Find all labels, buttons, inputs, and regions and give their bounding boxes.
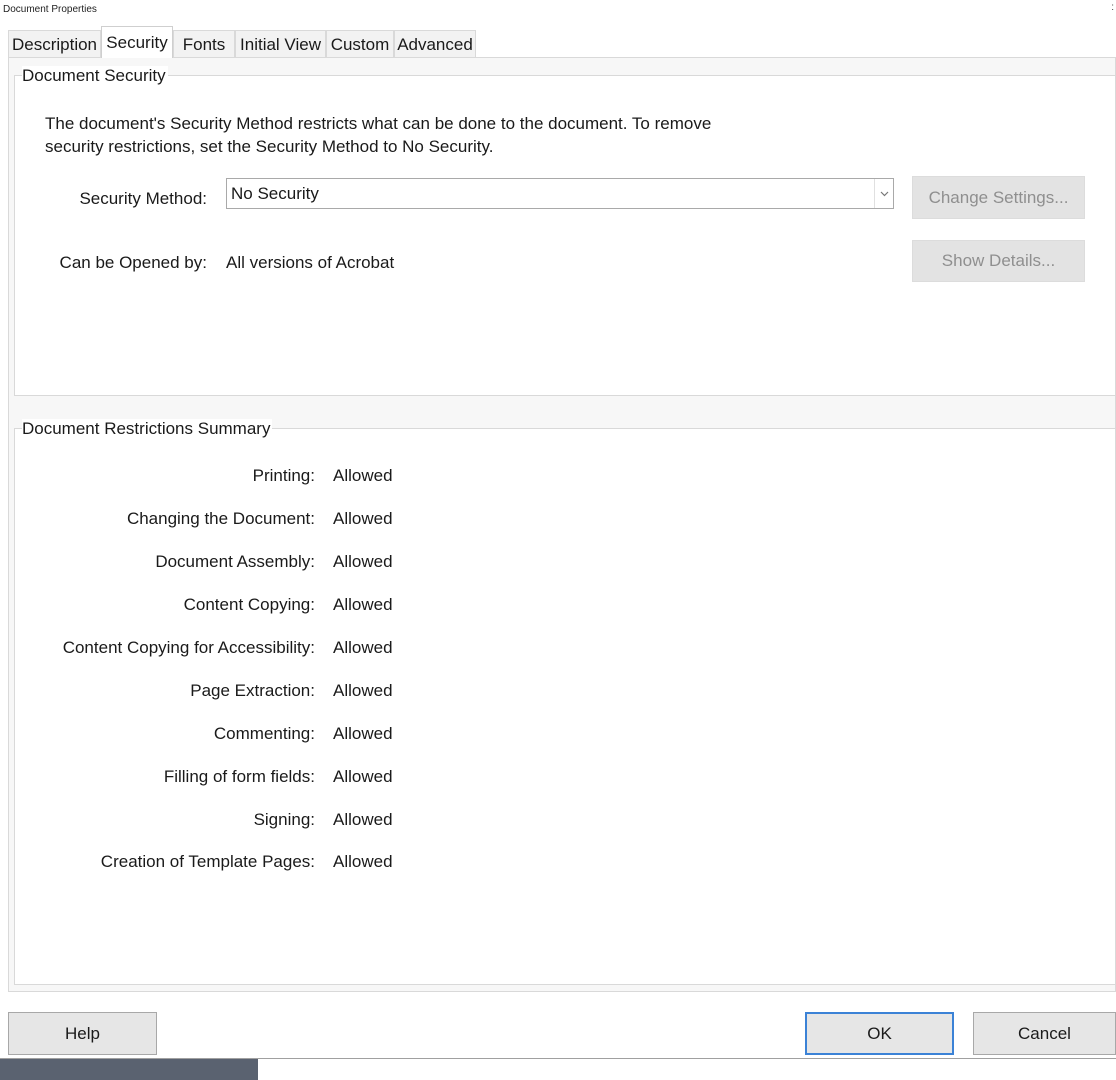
restriction-label: Changing the Document: (126, 509, 315, 528)
restriction-value: Allowed (333, 767, 393, 786)
change-settings-button[interactable]: Change Settings... (912, 176, 1085, 219)
opened-by-label: Can be Opened by: (59, 253, 207, 272)
restriction-value: Allowed (333, 852, 393, 871)
security-method-select[interactable]: No Security (226, 178, 894, 209)
security-method-label: Security Method: (79, 189, 207, 208)
restriction-row: Changing the Document: Allowed (0, 509, 500, 533)
tab-initial-view[interactable]: Initial View (235, 30, 326, 58)
restriction-label: Creation of Template Pages: (100, 852, 315, 871)
restriction-value: Allowed (333, 552, 393, 571)
title-edge-glyph: : (1111, 2, 1114, 13)
tab-fonts[interactable]: Fonts (173, 30, 235, 58)
tab-strip: Description Security Fonts Initial View … (0, 26, 1116, 58)
restriction-value: Allowed (333, 810, 393, 829)
restriction-label: Document Assembly: (155, 552, 315, 571)
window-title: Document Properties (3, 4, 97, 15)
ok-button[interactable]: OK (805, 1012, 954, 1055)
help-button[interactable]: Help (8, 1012, 157, 1055)
restriction-label: Signing: (253, 810, 315, 829)
restriction-row: Signing: Allowed (0, 810, 500, 834)
background-window-strip (0, 1059, 258, 1080)
restriction-row: Content Copying for Accessibility: Allow… (0, 638, 500, 662)
restriction-row: Content Copying: Allowed (0, 595, 500, 619)
restriction-label: Content Copying for Accessibility: (62, 638, 315, 657)
chevron-down-icon[interactable] (874, 179, 893, 208)
restriction-row: Page Extraction: Allowed (0, 681, 500, 705)
restriction-value: Allowed (333, 638, 393, 657)
restriction-label: Printing: (252, 466, 315, 485)
security-description: The document's Security Method restricts… (45, 114, 712, 156)
restriction-row: Commenting: Allowed (0, 724, 500, 748)
restriction-row: Filling of form fields: Allowed (0, 767, 500, 791)
restrictions-summary-title: Document Restrictions Summary (22, 419, 273, 439)
restriction-row: Document Assembly: Allowed (0, 552, 500, 576)
restriction-value: Allowed (333, 595, 393, 614)
tab-description[interactable]: Description (8, 30, 101, 58)
restriction-value: Allowed (333, 509, 393, 528)
title-bar: Document Properties : (0, 0, 1116, 22)
restriction-value: Allowed (333, 724, 393, 743)
opened-by-value: All versions of Acrobat (226, 253, 395, 272)
tab-advanced[interactable]: Advanced (394, 30, 476, 58)
security-method-value: No Security (231, 184, 319, 203)
restriction-label: Content Copying: (183, 595, 315, 614)
restriction-label: Filling of form fields: (163, 767, 315, 786)
restriction-row: Creation of Template Pages: Allowed (0, 852, 500, 876)
restriction-value: Allowed (333, 681, 393, 700)
tab-custom[interactable]: Custom (326, 30, 394, 58)
restriction-row: Printing: Allowed (0, 466, 500, 490)
tab-security[interactable]: Security (101, 26, 173, 58)
document-security-title: Document Security (22, 66, 168, 86)
restriction-label: Commenting: (213, 724, 315, 743)
show-details-button[interactable]: Show Details... (912, 240, 1085, 282)
restriction-value: Allowed (333, 466, 393, 485)
restriction-label: Page Extraction: (190, 681, 315, 700)
cancel-button[interactable]: Cancel (973, 1012, 1116, 1055)
